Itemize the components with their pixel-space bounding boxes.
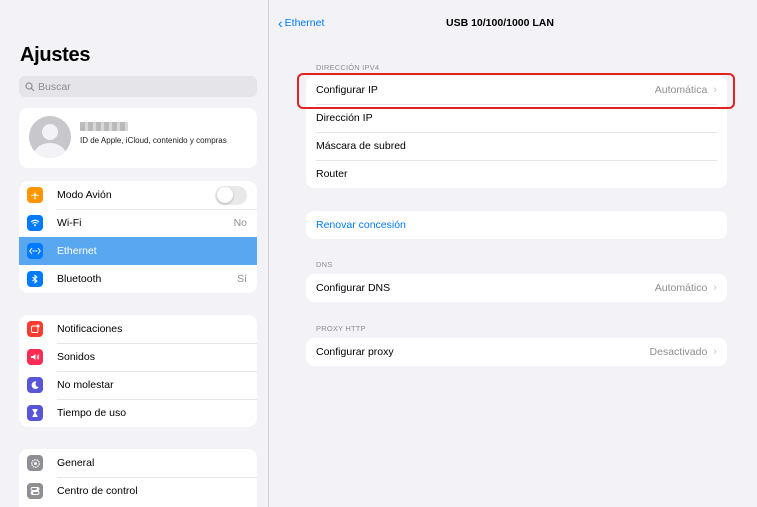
sidebar-item-notifications[interactable]: Notificaciones	[19, 315, 257, 343]
ip-address-label: Dirección IP	[316, 112, 373, 124]
renew-lease-card: Renovar concesión	[306, 211, 727, 239]
renew-lease-button[interactable]: Renovar concesión	[306, 211, 727, 239]
configure-ip-label: Configurar IP	[316, 84, 378, 96]
chevron-right-icon: ›	[713, 346, 717, 358]
sidebar-item-label: No molestar	[57, 379, 114, 391]
renew-lease-label: Renovar concesión	[316, 219, 406, 231]
notifications-group: Notificaciones Sonidos No molestar Tiemp…	[19, 315, 257, 427]
gear-icon	[27, 455, 43, 471]
sidebar-item-screen-time[interactable]: Tiempo de uso	[19, 399, 257, 427]
redacted-name	[80, 122, 128, 131]
sidebar-item-airplane-mode[interactable]: Modo Avión	[19, 181, 257, 209]
chevron-right-icon: ›	[713, 282, 717, 294]
sidebar-item-do-not-disturb[interactable]: No molestar	[19, 371, 257, 399]
wifi-icon	[27, 215, 43, 231]
router-row: Router	[306, 160, 727, 188]
apple-id-profile[interactable]: ID de Apple, iCloud, contenido y compras	[19, 108, 257, 168]
sidebar-item-label: Wi-Fi	[57, 217, 82, 229]
router-label: Router	[316, 168, 348, 180]
sidebar-item-control-center[interactable]: Centro de control	[19, 477, 257, 505]
configure-dns-row[interactable]: Configurar DNS Automático ›	[306, 274, 727, 302]
moon-icon	[27, 377, 43, 393]
airplane-mode-toggle[interactable]	[215, 185, 247, 205]
general-group: General Centro de control	[19, 449, 257, 507]
configure-proxy-label: Configurar proxy	[316, 346, 394, 358]
bluetooth-status: Sí	[237, 273, 247, 285]
sidebar-item-label: Sonidos	[57, 351, 95, 363]
sidebar-item-label: Ethernet	[57, 245, 97, 257]
configure-ip-row[interactable]: Configurar IP Automática ›	[306, 76, 727, 104]
bluetooth-icon	[27, 271, 43, 287]
section-header-dns: DNS	[316, 260, 333, 269]
ethernet-icon	[27, 243, 43, 259]
sidebar-title: Ajustes	[20, 44, 91, 66]
sidebar-item-wifi[interactable]: Wi-Fi No	[19, 209, 257, 237]
avatar	[29, 116, 71, 158]
dns-card: Configurar DNS Automático ›	[306, 274, 727, 302]
configure-dns-value: Automático	[654, 282, 708, 294]
ipv4-card: Configurar IP Automática › Dirección IP …	[306, 76, 727, 188]
search-placeholder: Buscar	[38, 80, 71, 93]
notifications-icon	[27, 321, 43, 337]
sidebar-item-label: General	[57, 457, 95, 469]
sounds-icon	[27, 349, 43, 365]
sidebar-item-bluetooth[interactable]: Bluetooth Sí	[19, 265, 257, 293]
chevron-right-icon: ›	[713, 84, 717, 96]
hourglass-icon	[27, 405, 43, 421]
ip-address-row: Dirección IP	[306, 104, 727, 132]
search-icon	[25, 81, 35, 91]
sidebar-item-sounds[interactable]: Sonidos	[19, 343, 257, 371]
sidebar-item-label: Centro de control	[57, 485, 138, 497]
sidebar-item-label: Notificaciones	[57, 323, 123, 335]
sidebar-item-ethernet[interactable]: Ethernet	[19, 237, 257, 265]
control-center-icon	[27, 483, 43, 499]
subnet-mask-row: Máscara de subred	[306, 132, 727, 160]
sidebar-item-label: Modo Avión	[57, 189, 112, 201]
connectivity-group: Modo Avión Wi-Fi No Ethernet Bluetooth S…	[19, 181, 257, 293]
wifi-status: No	[233, 217, 247, 229]
configure-proxy-value: Desactivado	[649, 346, 708, 358]
subnet-mask-label: Máscara de subred	[316, 140, 406, 152]
configure-dns-label: Configurar DNS	[316, 282, 391, 294]
sidebar-item-label: Bluetooth	[57, 273, 102, 285]
profile-subtitle: ID de Apple, iCloud, contenido y compras	[80, 136, 227, 145]
configure-proxy-row[interactable]: Configurar proxy Desactivado ›	[306, 338, 727, 366]
airplane-icon	[27, 187, 43, 203]
proxy-card: Configurar proxy Desactivado ›	[306, 338, 727, 366]
search-field[interactable]: Buscar	[19, 76, 257, 97]
section-header-ipv4: DIRECCIÓN IPV4	[316, 63, 380, 72]
configure-ip-value: Automática	[654, 84, 708, 96]
sidebar-item-label: Tiempo de uso	[57, 407, 127, 419]
ethernet-detail-pane: ‹ Ethernet USB 10/100/1000 LAN DIRECCIÓN…	[270, 0, 757, 507]
sidebar-item-general[interactable]: General	[19, 449, 257, 477]
section-header-proxy: PROXY HTTP	[316, 324, 366, 333]
settings-sidebar: Ajustes Buscar ID de Apple, iCloud, cont…	[0, 0, 269, 507]
page-title: USB 10/100/1000 LAN	[446, 17, 554, 29]
